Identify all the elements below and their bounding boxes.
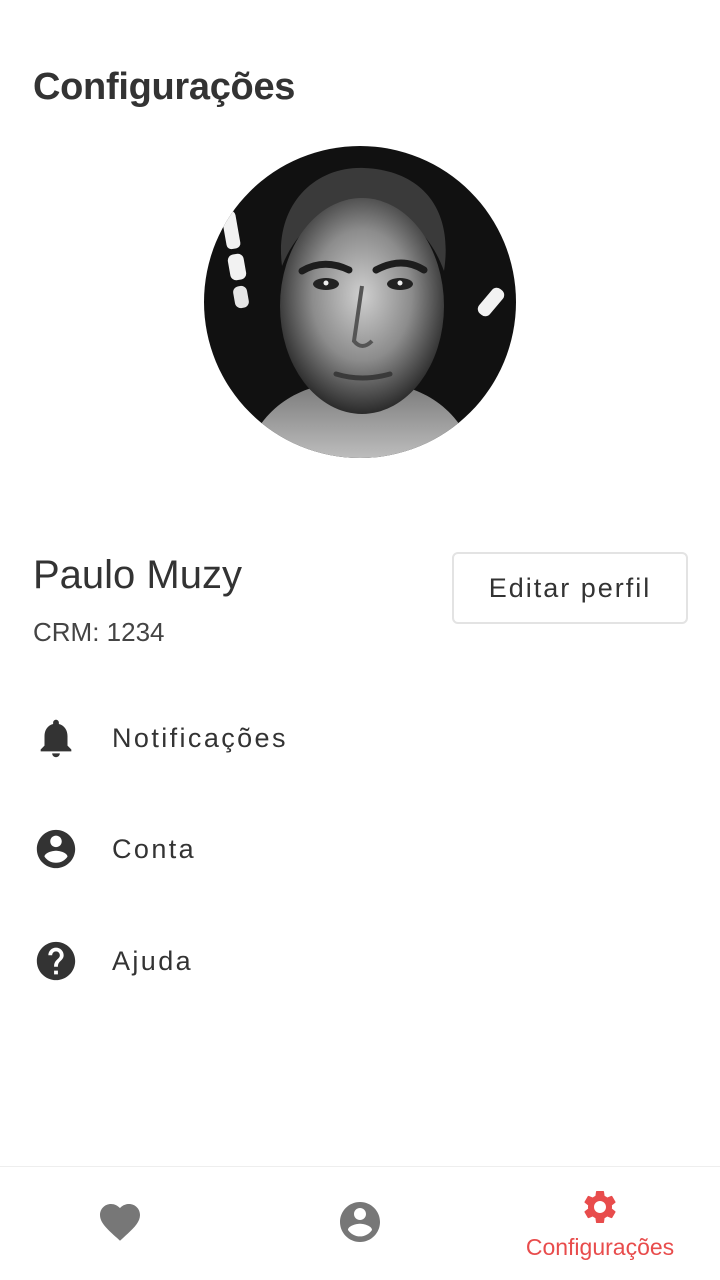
nav-settings-label: Configurações bbox=[525, 1234, 675, 1260]
menu-item-conta[interactable]: Conta bbox=[0, 809, 720, 889]
nav-favorites[interactable] bbox=[0, 1167, 240, 1280]
edit-profile-button[interactable]: Editar perfil bbox=[452, 552, 688, 624]
page-title: Configurações bbox=[33, 66, 296, 108]
profile-name: Paulo Muzy bbox=[33, 553, 242, 597]
menu-item-label: Ajuda bbox=[112, 945, 194, 976]
bell-icon bbox=[33, 715, 79, 761]
menu-item-label: Conta bbox=[112, 833, 197, 864]
menu-item-ajuda[interactable]: Ajuda bbox=[0, 921, 720, 1001]
gear-icon bbox=[580, 1187, 620, 1232]
menu-item-label: Notificações bbox=[112, 722, 288, 753]
account-circle-icon bbox=[33, 826, 79, 872]
menu-item-notificacoes[interactable]: Notificações bbox=[0, 698, 720, 778]
heart-icon bbox=[96, 1198, 144, 1251]
account-circle-icon bbox=[336, 1198, 384, 1251]
bottom-navigation: Configurações bbox=[0, 1166, 720, 1280]
nav-profile[interactable] bbox=[240, 1167, 480, 1280]
nav-settings[interactable]: Configurações bbox=[480, 1167, 720, 1280]
help-circle-icon bbox=[33, 938, 79, 984]
profile-crm: CRM: 1234 bbox=[33, 617, 165, 647]
avatar[interactable] bbox=[204, 146, 516, 458]
